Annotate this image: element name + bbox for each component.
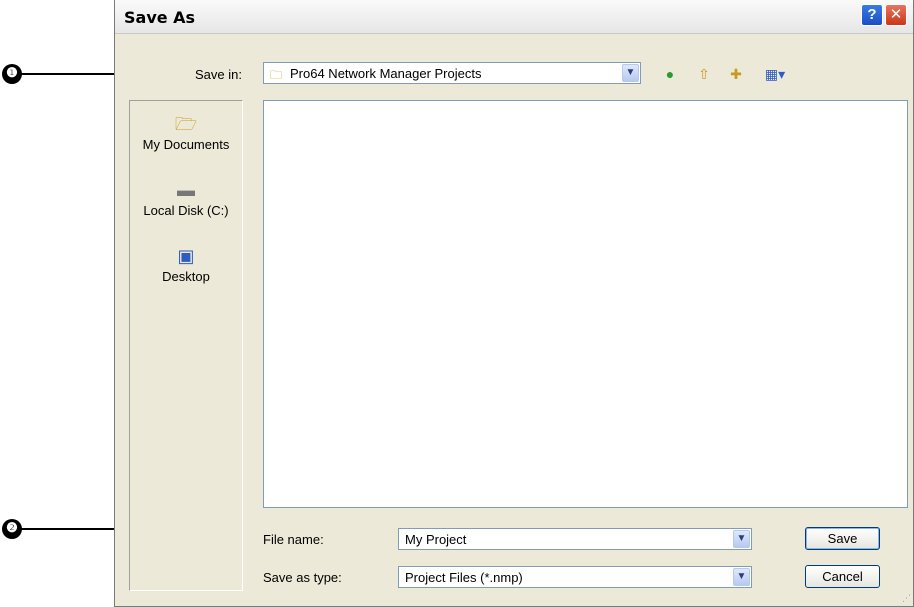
callout-2: ❷ (2, 519, 22, 539)
title-bar: Save As ? ✕ (115, 0, 913, 34)
place-local-disk[interactable]: ▬ Local Disk (C:) (130, 179, 242, 218)
file-name-value: My Project (405, 532, 467, 547)
save-as-type-value: Project Files (*.nmp) (405, 570, 523, 585)
folder-icon: 🗀 (270, 68, 283, 82)
save-as-type-dropdown[interactable]: Project Files (*.nmp) ▼ (398, 566, 752, 588)
places-bar: 🗁 My Documents ▬ Local Disk (C:) ▣ Deskt… (129, 100, 243, 591)
desktop-icon: ▣ (177, 246, 195, 266)
up-folder-icon[interactable]: ⇧ (695, 65, 713, 83)
help-button[interactable]: ? (861, 4, 883, 26)
place-my-documents[interactable]: 🗁 My Documents (130, 113, 242, 152)
save-as-dialog: Save As ? ✕ Save in: 🗀 Pro64 Network Man… (114, 0, 914, 607)
save-in-dropdown[interactable]: 🗀 Pro64 Network Manager Projects ▼ (263, 62, 641, 84)
chevron-down-icon[interactable]: ▼ (622, 64, 639, 82)
save-as-type-label: Save as type: (263, 570, 342, 585)
cancel-button[interactable]: Cancel (805, 565, 880, 588)
close-button[interactable]: ✕ (885, 4, 907, 26)
file-name-input[interactable]: My Project ▼ (398, 528, 752, 550)
file-name-label: File name: (263, 532, 324, 547)
place-desktop[interactable]: ▣ Desktop (130, 245, 242, 284)
place-label: My Documents (142, 137, 230, 152)
callout-1: ❶ (2, 64, 22, 84)
save-in-label: Save in: (195, 67, 242, 82)
new-folder-icon[interactable]: ✚ (727, 65, 745, 83)
views-menu-icon[interactable]: ▦▾ (759, 65, 791, 83)
window-title: Save As (124, 8, 196, 27)
back-icon[interactable]: ● (661, 65, 679, 83)
resize-grip-icon[interactable]: ⋰ (902, 593, 911, 604)
place-label: Desktop (162, 269, 210, 284)
local-disk-icon: ▬ (177, 180, 195, 200)
chevron-down-icon[interactable]: ▼ (733, 568, 750, 586)
save-button[interactable]: Save (805, 527, 880, 550)
chevron-down-icon[interactable]: ▼ (733, 530, 750, 548)
place-label: Local Disk (C:) (143, 203, 229, 218)
my-documents-icon: 🗁 (174, 114, 198, 134)
save-in-value: Pro64 Network Manager Projects (290, 66, 482, 81)
file-list[interactable] (263, 100, 908, 508)
